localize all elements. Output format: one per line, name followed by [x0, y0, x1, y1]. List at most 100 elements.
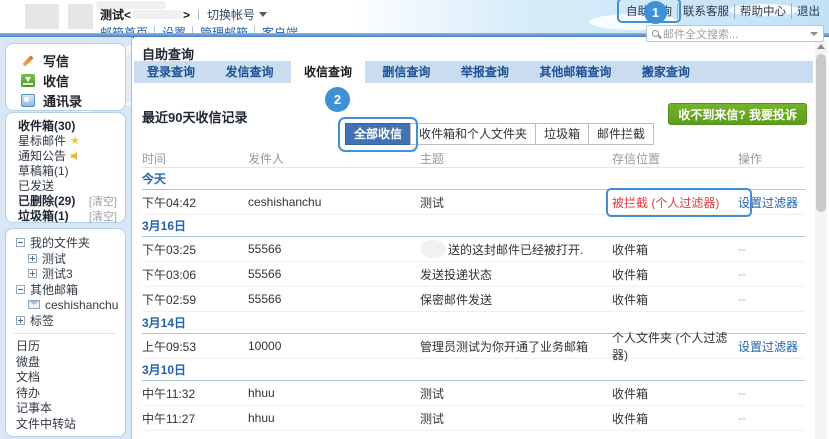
- cell-action: --: [738, 292, 805, 306]
- empty-junk-link[interactable]: [清空]: [89, 208, 117, 224]
- col-location: 存信位置: [612, 150, 738, 167]
- sidebar-folder-test3[interactable]: 测试3: [16, 266, 117, 282]
- search-dropdown-icon[interactable]: [810, 32, 818, 36]
- top-header: 测试< > 切换帐号 邮箱首页设置管理邮箱客户端 自助查询 联系客服 帮助中心 …: [0, 0, 829, 37]
- sidebar-folder-test[interactable]: 测试: [16, 251, 117, 267]
- cell-location: 个人文件夹 (个人过滤器): [612, 329, 738, 363]
- receive-button[interactable]: 收信: [21, 70, 125, 90]
- sidebar-item-drafts[interactable]: 草稿箱(1): [18, 163, 117, 178]
- expand-icon[interactable]: [28, 254, 37, 263]
- cell-time: 下午03:25: [142, 241, 248, 258]
- sidebar-item-notice[interactable]: 通知公告: [18, 148, 117, 163]
- complain-button[interactable]: 收不到来信? 我要投诉: [668, 103, 807, 125]
- app-label: 记事本: [16, 399, 52, 416]
- sidebar-app-notes[interactable]: 记事本: [16, 400, 117, 416]
- filter-blocked[interactable]: 邮件拦截: [588, 123, 654, 145]
- cell-time: 中午11:32: [142, 385, 248, 402]
- table-row: 下午04:42 ceshishanchu 测试 被拦截 (个人过滤器) 设置过滤…: [142, 190, 805, 215]
- compose-button[interactable]: 写信: [21, 50, 125, 70]
- cell-location: 被拦截 (个人过滤器): [612, 194, 738, 211]
- contacts-button[interactable]: 通讯录: [21, 90, 125, 110]
- tab-login-query[interactable]: 登录查询: [134, 61, 208, 83]
- date-group-today: 今天: [142, 168, 805, 190]
- scroll-up-icon[interactable]: [817, 44, 825, 49]
- sidebar-folder-ceshishanchu[interactable]: ceshishanchu: [16, 297, 117, 313]
- section-title: 最近90天收信记录: [142, 107, 247, 126]
- tree-label: 测试: [42, 250, 66, 267]
- tree-label: 其他邮箱: [30, 281, 78, 298]
- tab-report-query[interactable]: 举报查询: [448, 61, 522, 83]
- cell-subject: 保密邮件发送: [420, 291, 612, 308]
- compose-label: 写信: [43, 51, 69, 70]
- search-input[interactable]: 邮件全文搜索...: [663, 26, 810, 42]
- pencil-icon: [21, 54, 35, 67]
- tab-receive-query[interactable]: 收信查询: [291, 61, 365, 83]
- tab-other-mailbox-query[interactable]: 其他邮箱查询: [526, 61, 624, 83]
- cell-action: --: [738, 242, 805, 256]
- logout-link[interactable]: 退出: [797, 6, 820, 18]
- help-center-link[interactable]: 帮助中心: [740, 6, 786, 18]
- account-name: 测试<: [100, 6, 131, 23]
- app-label: 文件中转站: [16, 415, 76, 432]
- redaction-blur: [420, 240, 446, 258]
- scrollbar-thumb[interactable]: [816, 54, 826, 212]
- group-date: 3月14日: [142, 316, 186, 330]
- sidebar-folder-other-mail[interactable]: 其他邮箱: [16, 282, 117, 298]
- tree-label: 测试3: [42, 265, 73, 282]
- chevron-down-icon[interactable]: [259, 12, 267, 17]
- cell-subject: 发送投递状态: [420, 266, 612, 283]
- cell-time: 下午02:59: [142, 291, 248, 308]
- sidebar-item-deleted[interactable]: 已删除(29) [清空]: [18, 193, 117, 208]
- set-filter-link[interactable]: 设置过滤器: [738, 340, 798, 354]
- divider: [198, 10, 199, 20]
- table-header: 时间 发件人 主题 存信位置 操作: [142, 150, 805, 168]
- sidebar-app-file-transfer[interactable]: 文件中转站: [16, 416, 117, 432]
- set-filter-link[interactable]: 设置过滤器: [738, 196, 798, 210]
- sidebar-app-todo[interactable]: 待办: [16, 385, 117, 401]
- app-label: 微盘: [16, 353, 40, 370]
- filter-all-mail[interactable]: 全部收信: [345, 123, 411, 145]
- table-row: 下午02:59 55566 保密邮件发送 收件箱 --: [142, 287, 805, 312]
- cell-subject: 测试: [420, 410, 612, 427]
- expand-icon[interactable]: [28, 269, 37, 278]
- folder-label: 垃圾箱(1): [18, 207, 69, 224]
- sidebar-app-docs[interactable]: 文档: [16, 369, 117, 385]
- cell-action: --: [738, 267, 805, 281]
- tab-move-query[interactable]: 搬家查询: [629, 61, 703, 83]
- switch-account-link[interactable]: 切换帐号: [207, 6, 255, 23]
- col-action: 操作: [738, 150, 805, 167]
- tab-delete-query[interactable]: 删信查询: [369, 61, 443, 83]
- tab-send-query[interactable]: 发信查询: [212, 61, 286, 83]
- sidebar-app-weiyun[interactable]: 微盘: [16, 354, 117, 370]
- collapse-icon[interactable]: [16, 238, 25, 247]
- expand-icon[interactable]: [16, 316, 25, 325]
- vertical-scrollbar[interactable]: [815, 40, 827, 439]
- sidebar-item-starred[interactable]: 星标邮件★: [18, 133, 117, 148]
- filter-inbox-personal[interactable]: 收件箱和个人文件夹: [410, 123, 536, 145]
- sidebar: 写信 收信 通讯录 收件箱(30) 星标邮件★ 通知公告 草稿箱(1): [0, 37, 132, 439]
- table-row: 中午11:27 hhuu 测试 收件箱 --: [142, 406, 805, 431]
- filter-junk[interactable]: 垃圾箱: [535, 123, 589, 145]
- account-name-close: >: [183, 8, 190, 22]
- date-group-mar16: 3月16日: [142, 215, 805, 237]
- redacted-email-blur: [132, 10, 182, 19]
- app-label: 日历: [16, 337, 40, 354]
- search-box[interactable]: 邮件全文搜索...: [646, 25, 824, 42]
- sidebar-folder-my-folders[interactable]: 我的文件夹: [16, 235, 117, 251]
- sidebar-item-sent[interactable]: 已发送: [18, 178, 117, 193]
- collapse-icon[interactable]: [16, 285, 25, 294]
- tree-label: 我的文件夹: [30, 234, 90, 251]
- sidebar-item-junk[interactable]: 垃圾箱(1) [清空]: [18, 208, 117, 223]
- cell-subject: 管理员测试为你开通了业务邮箱: [420, 338, 612, 355]
- sidebar-folder-tags[interactable]: 标签: [16, 313, 117, 329]
- sidebar-item-inbox[interactable]: 收件箱(30): [18, 118, 117, 133]
- contact-support-link[interactable]: 联系客服: [683, 6, 729, 18]
- cell-sender: 55566: [248, 242, 420, 256]
- avatar-placeholder: [68, 4, 93, 29]
- cell-subject: 测试: [420, 385, 612, 402]
- group-date: 今天: [142, 172, 166, 186]
- cell-location: 收件箱: [612, 266, 738, 283]
- table-row: 下午03:25 55566 送的这封邮件已经被打开. 收件箱 --: [142, 237, 805, 262]
- sidebar-app-calendar[interactable]: 日历: [16, 338, 117, 354]
- empty-deleted-link[interactable]: [清空]: [89, 193, 117, 209]
